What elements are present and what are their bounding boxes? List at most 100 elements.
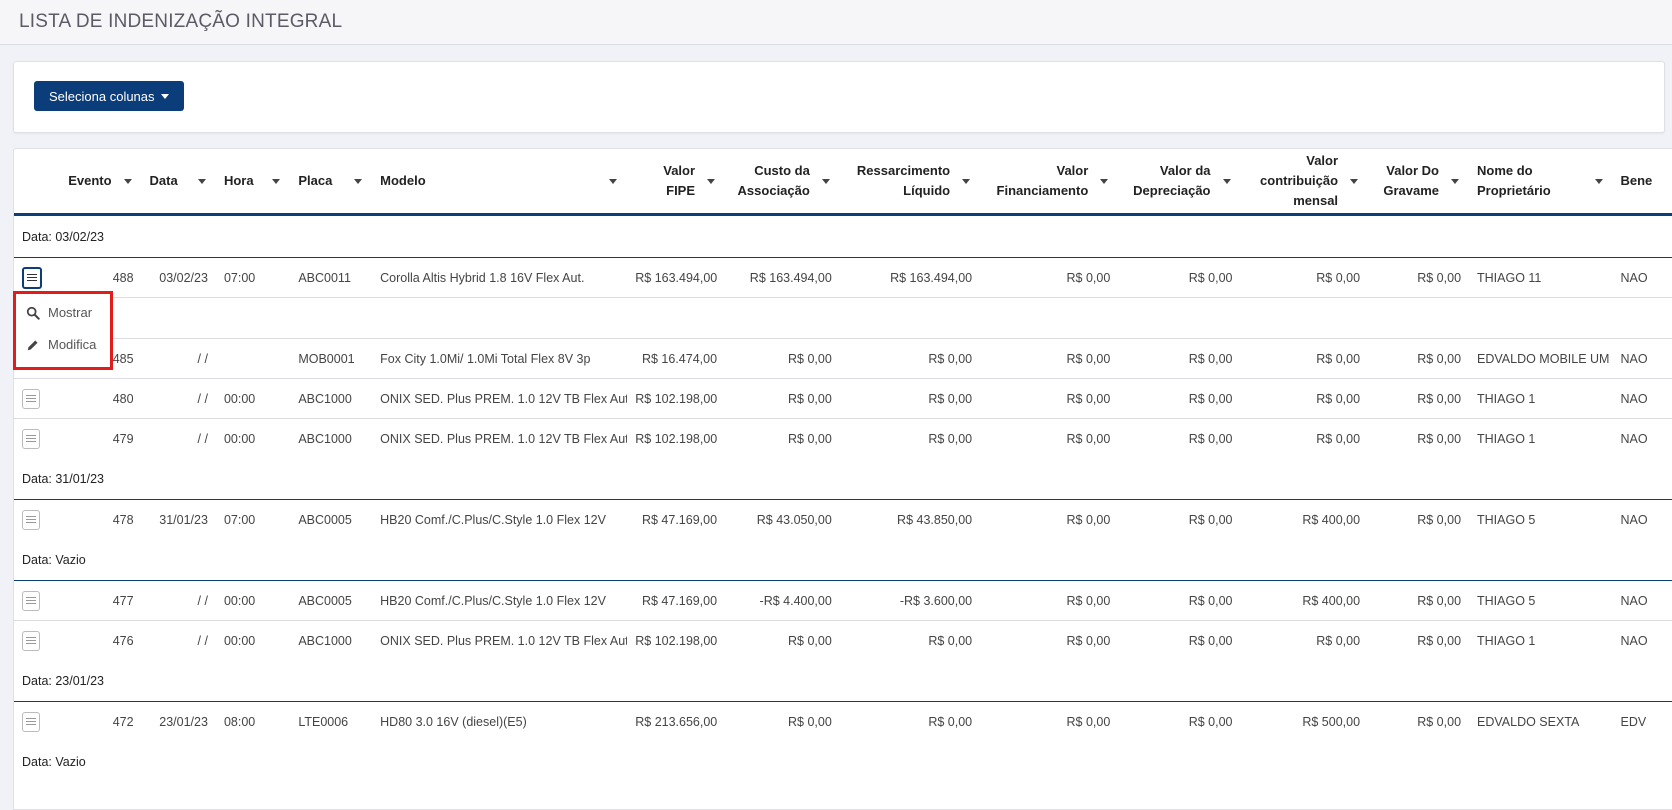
cell-modelo: Fox City 1.0Mi/ 1.0Mi Total Flex 8V 3p — [372, 339, 627, 379]
cell-data: / / — [142, 419, 216, 459]
cell-evento: 479 — [57, 419, 142, 459]
column-header-label: Ressarcimento Líquido — [857, 163, 950, 198]
pencil-icon — [26, 338, 40, 352]
cell-placa: MOB0001 — [290, 339, 372, 379]
sort-caret-icon[interactable] — [962, 179, 970, 184]
cell-deprec: R$ 0,00 — [1118, 379, 1240, 419]
cell-financ: R$ 0,00 — [980, 702, 1118, 742]
row-actions-cell — [14, 581, 57, 621]
sort-caret-icon[interactable] — [124, 179, 132, 184]
column-header-label: Data — [150, 173, 178, 188]
cell-gravame: R$ 0,00 — [1368, 258, 1469, 298]
cell-gravame: R$ 0,00 — [1368, 419, 1469, 459]
cell-ressarc: R$ 43.850,00 — [840, 500, 980, 540]
column-header[interactable]: Valor contribuição mensal — [1241, 149, 1369, 215]
cell-data: / / — [142, 339, 216, 379]
row-menu-icon[interactable] — [22, 267, 42, 289]
toolbar-card: Seleciona colunas — [13, 61, 1665, 133]
table-row: 485/ /MOB0001Fox City 1.0Mi/ 1.0Mi Total… — [14, 339, 1672, 379]
cell-ressarc: R$ 163.494,00 — [840, 258, 980, 298]
row-actions-cell — [14, 702, 57, 742]
sort-caret-icon[interactable] — [1350, 179, 1358, 184]
sort-caret-icon[interactable] — [198, 179, 206, 184]
column-header-label: Bene — [1621, 173, 1653, 188]
cell-custo: R$ 163.494,00 — [725, 258, 840, 298]
group-label: Data: Vazio — [14, 539, 1672, 581]
column-header[interactable]: Placa — [290, 149, 372, 215]
column-header[interactable]: Hora — [216, 149, 290, 215]
column-header[interactable]: Ressarcimento Líquido — [840, 149, 980, 215]
column-header[interactable]: Nome do Proprietário — [1469, 149, 1612, 215]
cell-fipe: R$ 16.474,00 — [627, 339, 725, 379]
cell-custo: R$ 0,00 — [725, 419, 840, 459]
sort-caret-icon[interactable] — [707, 179, 715, 184]
menu-item-edit[interactable]: Modifica — [26, 337, 96, 352]
sort-caret-icon[interactable] — [822, 179, 830, 184]
row-actions-cell — [14, 500, 57, 540]
row-menu-icon[interactable] — [22, 389, 40, 409]
column-header-label: Valor da Depreciação — [1133, 163, 1210, 198]
cell-financ: R$ 0,00 — [980, 258, 1118, 298]
group-label: Data: Vazio — [14, 741, 1672, 782]
sort-caret-icon[interactable] — [609, 179, 617, 184]
cell-placa: LTE0006 — [290, 702, 372, 742]
cell-data: 03/02/23 — [142, 258, 216, 298]
cell-placa: ABC1000 — [290, 621, 372, 661]
column-header-label: Valor Financiamento — [997, 163, 1089, 198]
select-columns-button[interactable]: Seleciona colunas — [34, 81, 184, 111]
cell-evento: 472 — [57, 702, 142, 742]
group-row: Data: 31/01/23 — [14, 458, 1672, 500]
table-row: 477/ /00:00ABC0005HB20 Comf./C.Plus/C.St… — [14, 581, 1672, 621]
column-header[interactable]: Valor da Depreciação — [1118, 149, 1240, 215]
page-title: LISTA DE INDENIZAÇÃO INTEGRAL — [19, 11, 342, 33]
sort-caret-icon[interactable] — [1451, 179, 1459, 184]
search-icon — [26, 306, 40, 320]
cell-modelo: HB20 Comf./C.Plus/C.Style 1.0 Flex 12V — [372, 581, 627, 621]
cell-financ: R$ 0,00 — [980, 621, 1118, 661]
group-row: Data: 03/02/23 — [14, 215, 1672, 258]
cell-hora: 07:00 — [216, 258, 290, 298]
row-menu-icon[interactable] — [22, 591, 40, 611]
cell-ressarc: R$ 0,00 — [840, 379, 980, 419]
column-header[interactable]: Valor Financiamento — [980, 149, 1118, 215]
cell-contrib: R$ 0,00 — [1241, 339, 1369, 379]
sort-caret-icon[interactable] — [1223, 179, 1231, 184]
select-columns-label: Seleciona colunas — [49, 89, 155, 104]
column-header[interactable]: Valor FIPE — [627, 149, 725, 215]
cell-modelo: HB20 Comf./C.Plus/C.Style 1.0 Flex 12V — [372, 500, 627, 540]
row-menu-icon[interactable] — [22, 631, 40, 651]
row-menu-icon[interactable] — [22, 712, 40, 732]
column-header[interactable]: Custo da Associação — [725, 149, 840, 215]
column-header[interactable]: Data — [142, 149, 216, 215]
cell-custo — [725, 298, 840, 339]
row-menu-icon[interactable] — [22, 510, 40, 530]
table-row: 47831/01/2307:00ABC0005HB20 Comf./C.Plus… — [14, 500, 1672, 540]
row-actions-menu: Mostrar Modifica — [13, 291, 113, 370]
cell-bene — [1613, 298, 1672, 339]
sort-caret-icon[interactable] — [1595, 179, 1603, 184]
column-header[interactable]: Bene — [1613, 149, 1672, 215]
column-header[interactable]: Valor Do Gravame — [1368, 149, 1469, 215]
column-header-label: Hora — [224, 173, 254, 188]
cell-gravame: R$ 0,00 — [1368, 379, 1469, 419]
sort-caret-icon[interactable] — [272, 179, 280, 184]
cell-deprec: R$ 0,00 — [1118, 419, 1240, 459]
cell-hora — [216, 298, 290, 339]
cell-data: 31/01/23 — [142, 500, 216, 540]
cell-nome: EDVALDO SEXTA — [1469, 702, 1612, 742]
cell-gravame: R$ 0,00 — [1368, 581, 1469, 621]
column-header[interactable]: Evento — [57, 149, 142, 215]
sort-caret-icon[interactable] — [354, 179, 362, 184]
table-row: 47223/01/2308:00LTE0006HD80 3.0 16V (die… — [14, 702, 1672, 742]
sort-caret-icon[interactable] — [1100, 179, 1108, 184]
cell-contrib: R$ 0,00 — [1241, 419, 1369, 459]
cell-nome: THIAGO 11 — [1469, 258, 1612, 298]
column-header[interactable]: Modelo — [372, 149, 627, 215]
menu-item-show[interactable]: Mostrar — [26, 305, 92, 320]
cell-custo: R$ 0,00 — [725, 379, 840, 419]
table-row: 476/ /00:00ABC1000ONIX SED. Plus PREM. 1… — [14, 621, 1672, 661]
cell-evento: 476 — [57, 621, 142, 661]
group-label: Data: 31/01/23 — [14, 458, 1672, 500]
row-menu-icon[interactable] — [22, 429, 40, 449]
column-header-label: Valor FIPE — [663, 163, 695, 198]
